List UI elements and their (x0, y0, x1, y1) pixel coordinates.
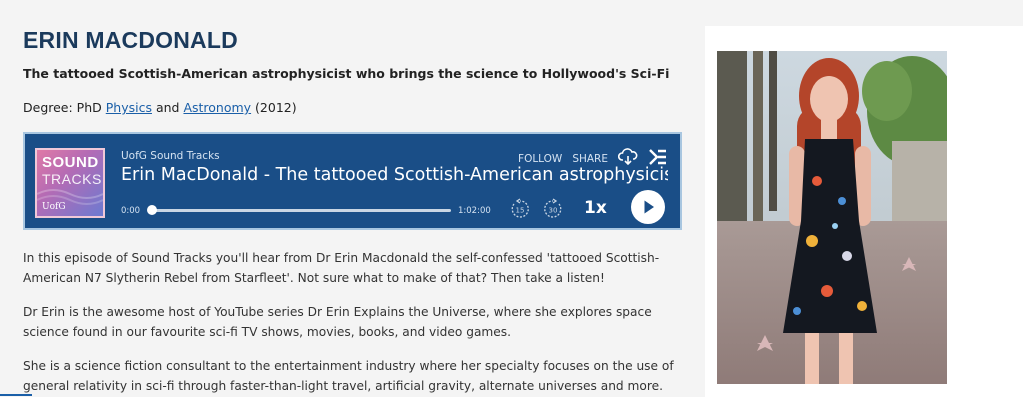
accent-underline (0, 394, 32, 396)
play-button[interactable] (631, 190, 665, 224)
degree-prefix: Degree: PhD (23, 100, 106, 115)
main-content: ERIN MACDONALD The tattooed Scottish-Ame… (0, 0, 705, 397)
page-title: ERIN MACDONALD (23, 27, 238, 53)
degree-and: and (151, 100, 184, 115)
physics-link[interactable]: Physics (106, 100, 152, 115)
time-total: 1:02:00 (458, 206, 491, 216)
podcast-cover-art[interactable]: SOUND TRACKS UofG (35, 148, 105, 218)
share-button[interactable]: SHARE (572, 153, 608, 165)
follow-button[interactable]: FOLLOW (518, 153, 562, 165)
progress-track[interactable] (149, 209, 451, 212)
show-name[interactable]: UofG Sound Tracks (121, 150, 220, 162)
download-icon[interactable] (617, 148, 638, 170)
cover-title-line2: TRACKS (42, 171, 102, 187)
podcast-logo-icon[interactable] (648, 148, 668, 170)
body-paragraph-3: She is a science fiction consultant to t… (23, 359, 674, 393)
player-body: SOUND TRACKS UofG UofG Sound Tracks Erin… (25, 134, 680, 228)
skip-forward-label: 30 (549, 207, 558, 215)
skip-back-label: 15 (516, 207, 525, 215)
time-current: 0:00 (121, 206, 141, 216)
body-paragraph-2: Dr Erin is the awesome host of YouTube s… (23, 305, 652, 339)
progress-handle[interactable] (147, 205, 157, 215)
player-actions: FOLLOW SHARE (518, 148, 668, 170)
play-icon (644, 200, 654, 214)
cover-logo: UofG (42, 202, 66, 212)
astronomy-link[interactable]: Astronomy (183, 100, 251, 115)
body-paragraph-1: In this episode of Sound Tracks you'll h… (23, 251, 660, 285)
profile-photo (717, 51, 947, 384)
degree-line: Degree: PhD Physics and Astronomy (2012) (23, 100, 297, 115)
podcast-player: SOUND TRACKS UofG UofG Sound Tracks Erin… (23, 132, 682, 230)
degree-suffix: (2012) (251, 100, 297, 115)
skip-back-15-icon[interactable]: 15 (509, 198, 531, 224)
skip-forward-30-icon[interactable]: 30 (542, 198, 564, 224)
cover-title-line1: SOUND (42, 154, 99, 171)
playback-speed-button[interactable]: 1x (584, 198, 607, 218)
page-subtitle: The tattooed Scottish-American astrophys… (23, 66, 670, 81)
